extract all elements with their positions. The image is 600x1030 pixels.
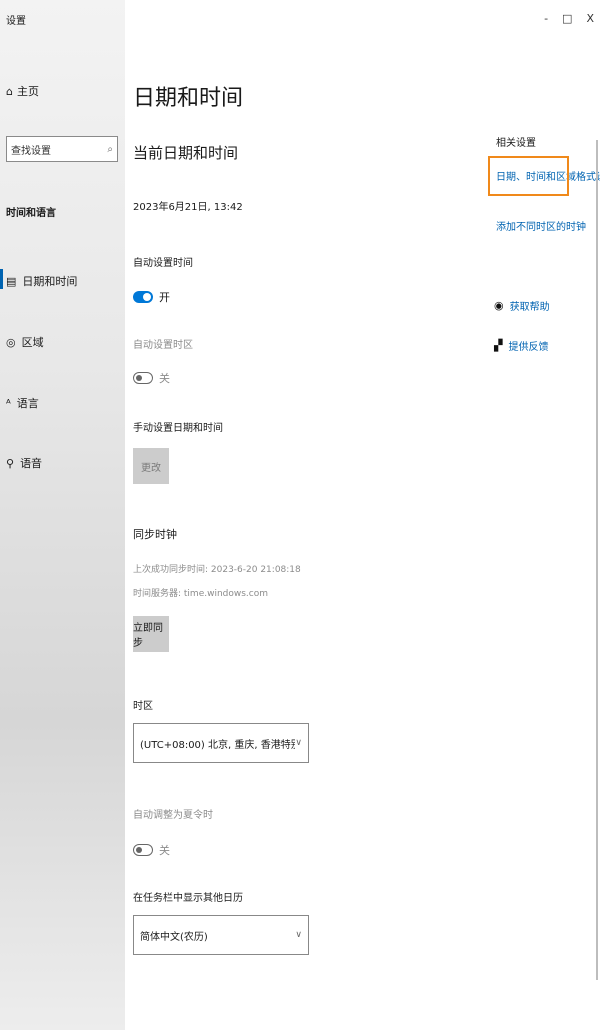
dst-toggle[interactable]: 关 [133, 842, 170, 858]
sync-now-button[interactable]: 立即同步 [133, 616, 169, 652]
change-button[interactable]: 更改 [133, 448, 169, 484]
highlight-box [488, 156, 569, 196]
sidebar-item-label: 语言 [16, 397, 39, 410]
sidebar-item-date-time[interactable]: ▤ 日期和时间 [0, 269, 78, 289]
feedback-link[interactable]: ▞ 提供反馈 [494, 338, 548, 353]
toggle-switch-off[interactable] [133, 372, 153, 384]
calendar-label: 在任务栏中显示其他日历 [133, 893, 243, 904]
calendar-clock-icon: ▤ [6, 274, 17, 288]
feedback-icon: ▞ [494, 339, 503, 352]
window-controls: - □ X [544, 12, 594, 25]
home-icon: ⌂ [6, 84, 13, 98]
sidebar-section-title: 时间和语言 [6, 208, 56, 219]
timezone-value: (UTC+08:00) 北京, 重庆, 香港特别行政区, 乌鲁木齐 [140, 739, 295, 751]
current-datetime-heading: 当前日期和时间 [133, 144, 239, 162]
time-server-text: 时间服务器: time.windows.com [133, 589, 269, 599]
sidebar: 设置 ⌂ 主页 查找设置 ⌕ 时间和语言 ▤ 日期和时间 ◎ 区域 ᴬ 语言 ⚲… [0, 0, 125, 1030]
feedback-label: 提供反馈 [508, 342, 549, 353]
toggle-state: 开 [159, 291, 170, 304]
search-placeholder: 查找设置 [11, 145, 51, 157]
timezone-select[interactable]: (UTC+08:00) 北京, 重庆, 香港特别行政区, 乌鲁木齐 ∨ [133, 723, 309, 763]
scrollbar[interactable] [596, 140, 598, 980]
sidebar-item-label: 语音 [20, 457, 43, 470]
dst-label: 自动调整为夏令时 [133, 810, 213, 821]
close-button[interactable]: X [586, 12, 594, 25]
manual-time-label: 手动设置日期和时间 [133, 423, 223, 434]
maximize-button[interactable]: □ [562, 12, 572, 25]
get-help-label: 获取帮助 [509, 302, 550, 313]
calendar-select[interactable]: 简体中文(农历) ∨ [133, 915, 309, 955]
toggle-switch-off[interactable] [133, 844, 153, 856]
related-settings-title: 相关设置 [496, 138, 536, 149]
sidebar-item-speech[interactable]: ⚲ 语音 [6, 455, 42, 471]
toggle-switch-on[interactable] [133, 291, 153, 303]
chevron-down-icon: ∨ [295, 930, 302, 940]
last-sync-text: 上次成功同步时间: 2023-6-20 21:08:18 [133, 565, 301, 575]
sidebar-item-label: 日期和时间 [22, 275, 78, 288]
search-icon: ⌕ [107, 143, 113, 155]
auto-timezone-label: 自动设置时区 [133, 340, 193, 351]
help-icon: ◉ [494, 299, 504, 312]
page-title: 日期和时间 [133, 86, 244, 111]
sync-heading: 同步时钟 [133, 528, 177, 541]
search-input[interactable]: 查找设置 ⌕ [6, 136, 118, 162]
auto-time-toggle[interactable]: 开 [133, 289, 170, 305]
language-icon: ᴬ [6, 396, 11, 410]
auto-time-label: 自动设置时间 [133, 258, 193, 269]
toggle-state: 关 [159, 372, 170, 385]
window-title: 设置 [6, 16, 26, 27]
current-datetime: 2023年6月21日, 13:42 [133, 202, 243, 213]
globe-icon: ◎ [6, 335, 16, 349]
get-help-link[interactable]: ◉ 获取帮助 [494, 298, 550, 313]
timezone-label: 时区 [133, 701, 153, 712]
sidebar-home-label: 主页 [16, 85, 39, 98]
microphone-icon: ⚲ [6, 456, 15, 470]
add-clocks-link[interactable]: 添加不同时区的时钟 [496, 218, 586, 233]
calendar-value: 简体中文(农历) [140, 931, 208, 943]
sidebar-item-label: 区域 [21, 336, 44, 349]
toggle-state: 关 [159, 844, 170, 857]
sidebar-item-language[interactable]: ᴬ 语言 [6, 395, 39, 411]
minimize-button[interactable]: - [544, 12, 548, 25]
sidebar-item-region[interactable]: ◎ 区域 [6, 334, 44, 350]
sidebar-home[interactable]: ⌂ 主页 [6, 83, 39, 99]
chevron-down-icon: ∨ [295, 738, 302, 748]
auto-timezone-toggle[interactable]: 关 [133, 370, 170, 386]
